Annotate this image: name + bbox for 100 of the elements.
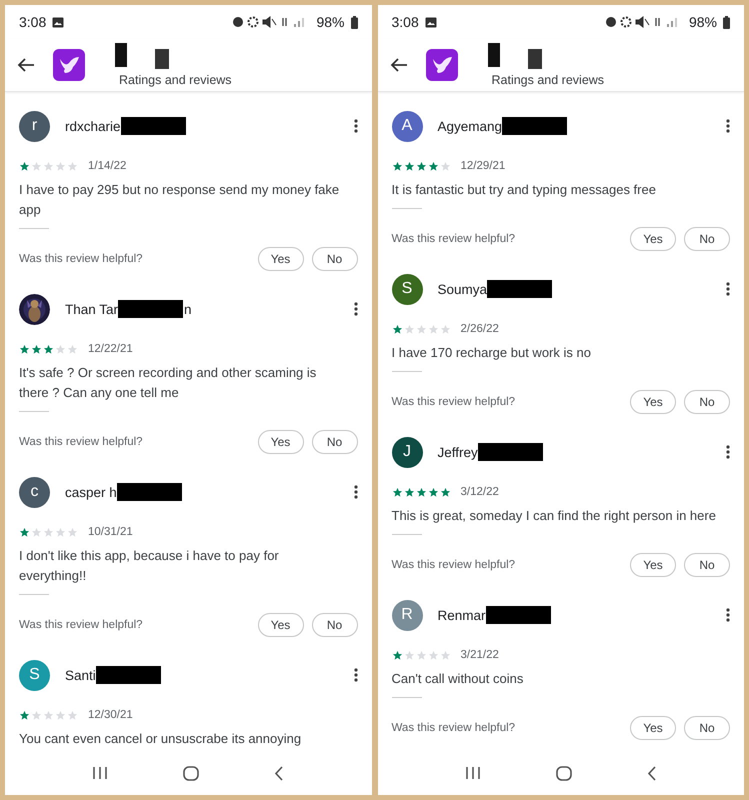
yes-button[interactable]: Yes [258,613,304,637]
star-icon [404,486,414,498]
yes-button[interactable]: Yes [258,247,304,271]
star-icon [428,160,438,172]
review-date: 3/21/22 [460,649,499,661]
back-nav-icon[interactable] [274,766,284,780]
star-icon [428,486,438,498]
star-icon [392,486,402,498]
home-icon[interactable] [556,766,572,780]
review-text: It is fantastic but try and typing messages free [392,181,657,199]
helpful-question: Was this review helpful? [392,722,516,734]
helpful-question: Was this review helpful? [19,619,144,631]
back-icon[interactable] [17,57,35,73]
no-button[interactable]: No [684,716,730,740]
status-time: 3:08 [392,14,419,30]
review-date: 12/30/21 [88,709,133,721]
redaction-bar [478,443,543,461]
yes-button[interactable]: Yes [630,390,676,414]
reviewer-name: Agyemang [438,118,502,134]
recents-icon[interactable] [464,766,481,780]
redaction-bar [155,49,169,69]
star-icon [43,160,54,172]
redaction-bar [528,49,542,69]
avatar: R [392,600,422,630]
no-button[interactable]: No [312,613,358,637]
back-nav-icon[interactable] [646,766,657,780]
image-icon [52,16,64,28]
redaction-bar [96,666,161,684]
image-icon [424,16,437,28]
star-icon [55,344,66,354]
review-date: 12/29/21 [460,160,506,172]
no-button[interactable]: No [684,227,730,251]
star-icon [55,160,66,172]
helpful-question: Was this review helpful? [392,233,516,245]
more-icon[interactable] [726,445,730,459]
reviewer-name: casper h [65,484,117,500]
reviewer-name: Than Tar [65,302,118,316]
star-icon [428,650,438,660]
recents-icon[interactable] [92,766,108,780]
review-text: I have 170 recharge but work is no [392,344,592,362]
star-icon [440,324,450,334]
star-icon [404,160,414,172]
more-icon[interactable] [726,282,730,296]
no-button[interactable]: No [684,390,730,414]
app-icon [426,49,458,81]
star-icon [440,650,450,660]
more-icon[interactable] [354,485,358,499]
status-time: 3:08 [19,14,46,30]
page-title: Ratings and reviews [119,73,232,87]
avatar: c [19,476,50,508]
star-icon [404,324,414,334]
star-icon [440,486,450,498]
review-text: Can't call without coins [392,670,524,688]
battery-percent: 98% [688,14,717,30]
back-icon[interactable] [390,57,408,73]
redaction-bar [502,117,568,135]
home-icon[interactable] [183,766,200,780]
more-icon[interactable] [726,119,730,133]
review-text: This is great, someday I can find the right person in here [392,507,717,525]
yes-button[interactable]: Yes [258,430,304,454]
star-icon [392,324,402,334]
review-text: I have to pay 295 but no response send my money fake app [19,181,340,219]
review-text: You cant even cancel or unsuscrabe its annoying [19,730,302,748]
reviewer-name: Santi [65,668,96,682]
yes-button[interactable]: Yes [630,716,676,740]
review-text: I don't like this app, because i have to pay for everything!! [19,547,280,585]
star-icon [67,344,78,354]
star-icon [392,160,402,172]
star-icon [19,710,30,720]
more-icon[interactable] [354,668,358,682]
avatar: r [19,110,50,142]
helpful-question: Was this review helpful? [19,253,144,265]
review-text: It's safe ? Or screen recording and other scaming is there ? Can any one tell me [19,364,318,402]
star-icon [55,526,66,538]
review-date: 10/31/21 [88,526,133,538]
helpful-question: Was this review helpful? [19,436,144,448]
helpful-question: Was this review helpful? [392,396,516,408]
review-date: 12/22/21 [88,343,133,355]
star-icon [31,344,42,354]
star-icon [67,526,78,538]
reviewer-name: Jeffrey [438,444,478,460]
no-button[interactable]: No [312,430,358,454]
star-icon [416,324,426,334]
app-icon [53,49,85,81]
yes-button[interactable]: Yes [630,553,676,577]
more-icon[interactable] [726,608,730,622]
no-button[interactable]: No [312,247,358,271]
star-icon [67,710,78,720]
redaction-bar [486,606,551,624]
no-button[interactable]: No [684,553,730,577]
review-date: 2/26/22 [460,323,499,335]
avatar: S [19,660,50,690]
review-date: 3/12/22 [460,486,499,498]
more-icon[interactable] [354,119,358,133]
avatar: A [392,110,422,142]
more-icon[interactable] [354,302,358,316]
yes-button[interactable]: Yes [630,227,676,251]
star-icon [416,486,426,498]
star-icon [440,160,450,172]
reviewer-name: rdxcharie [65,118,121,134]
